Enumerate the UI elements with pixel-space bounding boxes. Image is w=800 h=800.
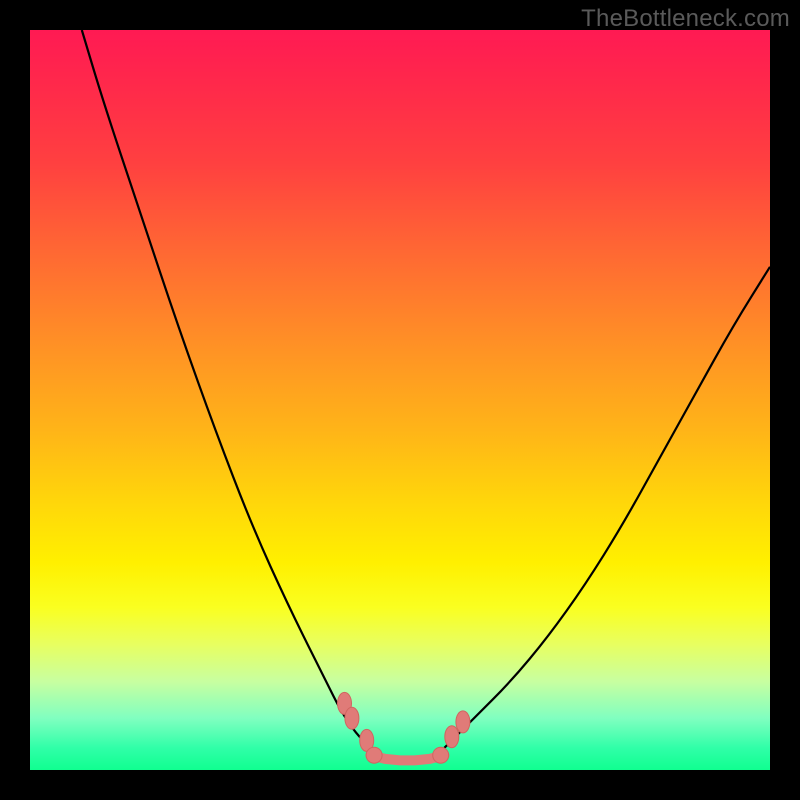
left-curve-line — [82, 30, 371, 748]
data-point-dot — [366, 747, 382, 763]
right-curve-line — [444, 267, 770, 748]
plot-area — [30, 30, 770, 770]
data-point-dot — [456, 711, 470, 733]
chart-svg — [30, 30, 770, 770]
watermark-text: TheBottleneck.com — [581, 5, 790, 33]
data-point-dot — [433, 747, 449, 763]
data-point-dot — [345, 707, 359, 729]
scatter-dots — [338, 692, 470, 763]
data-point-dot — [445, 726, 459, 748]
chart-frame: TheBottleneck.com — [0, 0, 800, 800]
